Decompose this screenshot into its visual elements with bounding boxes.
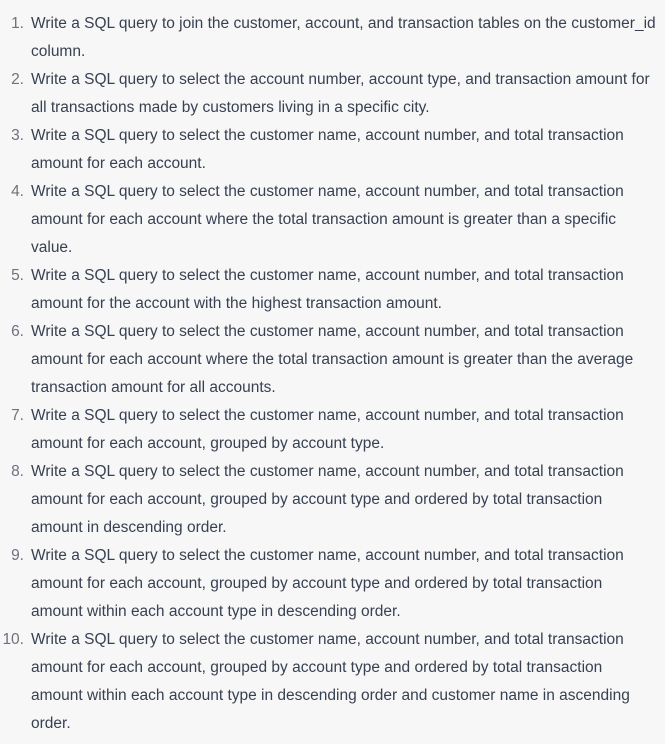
list-item-text: Write a SQL query to select the customer… (31, 267, 624, 312)
list-item-number: 2. (11, 71, 24, 88)
list-item-text: Write a SQL query to select the account … (31, 71, 650, 116)
list-item: 7. Write a SQL query to select the custo… (0, 402, 665, 458)
list-item-text: Write a SQL query to select the customer… (31, 127, 624, 172)
list-item: 9. Write a SQL query to select the custo… (0, 542, 665, 626)
list-item: 10. Write a SQL query to select the cust… (0, 626, 665, 738)
list-item-text: Write a SQL query to select the customer… (31, 547, 624, 620)
list-item-number: 5. (11, 267, 24, 284)
assistant-message: 1. Write a SQL query to join the custome… (0, 0, 665, 744)
list-item: 6. Write a SQL query to select the custo… (0, 318, 665, 402)
list-item: 5. Write a SQL query to select the custo… (0, 262, 665, 318)
list-item-number: 8. (11, 463, 24, 480)
list-item-text: Write a SQL query to select the customer… (31, 183, 624, 256)
list-item-text: Write a SQL query to join the customer, … (31, 15, 656, 60)
list-item-text: Write a SQL query to select the customer… (31, 323, 634, 396)
list-item-text: Write a SQL query to select the customer… (31, 463, 624, 536)
list-item-number: 6. (11, 323, 24, 340)
sql-question-list: 1. Write a SQL query to join the custome… (0, 10, 665, 738)
list-item-number: 9. (11, 547, 24, 564)
list-item-text: Write a SQL query to select the customer… (31, 407, 624, 452)
list-item-number: 7. (11, 407, 24, 424)
list-item: 4. Write a SQL query to select the custo… (0, 178, 665, 262)
list-item-number: 3. (11, 127, 24, 144)
list-item: 1. Write a SQL query to join the custome… (0, 10, 665, 66)
list-item-number: 4. (11, 183, 24, 200)
list-item: 3. Write a SQL query to select the custo… (0, 122, 665, 178)
list-item-text: Write a SQL query to select the customer… (31, 631, 630, 732)
list-item-number: 10. (2, 631, 24, 648)
list-item-number: 1. (11, 15, 24, 32)
list-item: 8. Write a SQL query to select the custo… (0, 458, 665, 542)
list-item: 2. Write a SQL query to select the accou… (0, 66, 665, 122)
